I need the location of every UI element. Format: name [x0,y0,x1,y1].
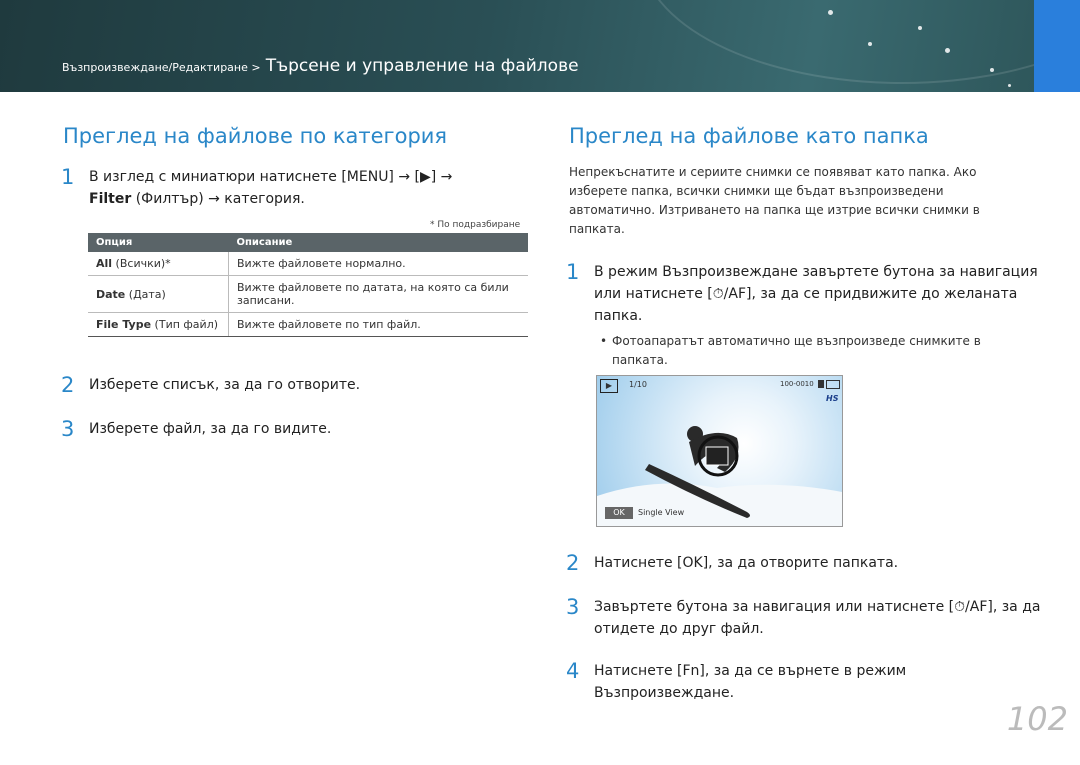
option-cell: Date (Дата) [88,275,229,313]
option-translation: (Всички)* [112,257,171,270]
page-number: 102 [1006,700,1068,738]
table-row: Date (Дата) Вижте файловете по датата, н… [88,275,528,313]
decorative-sparkle [868,42,872,46]
decorative-arc [640,0,1080,84]
breadcrumb: Възпроизвеждане/Редактиране > Търсене и … [62,56,579,76]
table-header-description: Описание [228,233,528,252]
decorative-sparkle [945,48,950,53]
filter-rest: (Филтър) → категория. [131,191,305,207]
decorative-sparkle [828,10,833,15]
right-step-1-text: В режим Възпроизвеждане завъртете бутона… [594,264,1038,324]
left-step-1-line2: Filter (Филтър) → категория. [89,188,529,210]
right-step-1: 1 В режим Възпроизвеждане завъртете буто… [566,261,1044,327]
table-row: All (Всички)* Вижте файловете нормално. [88,252,528,276]
right-bullet: • Фотоапаратът автоматично ще възпроизве… [600,332,1000,370]
step-number: 1 [566,260,580,284]
table-header-option: Опция [88,233,229,252]
breadcrumb-section[interactable]: Възпроизвеждане/Редактиране > [62,61,261,74]
right-step-3-text: Завъртете бутона за навигация или натисн… [594,599,1041,637]
left-step-1-line1: В изглед с миниатюри натиснете [MENU] → … [89,169,453,185]
folder-icon [705,446,729,466]
step-number: 2 [61,373,75,397]
bullet-dot: • [600,334,608,348]
chapter-tab[interactable] [1034,0,1080,92]
option-translation: (Тип файл) [151,318,219,331]
decorative-sparkle [918,26,922,30]
step-number: 3 [566,595,580,619]
right-intro: Непрекъснатите и сериите снимки се появя… [569,165,980,236]
table-header-row: Опция Описание [88,233,528,252]
right-step-4: 4 Натиснете [Fn], за да се върнете в реж… [566,660,934,704]
option-name: All [96,257,113,270]
header-banner: Възпроизвеждане/Редактиране > Търсене и … [0,0,1080,92]
table-row: File Type (Тип файл) Вижте файловете по … [88,312,528,337]
filter-label: Filter [89,191,132,207]
step-number: 4 [566,659,580,683]
right-step-4-text: Натиснете [Fn], за да се върнете в режим… [594,663,907,701]
left-step-3-text: Изберете файл, за да го видите. [89,421,332,437]
step-number: 3 [61,417,75,441]
description-cell: Вижте файловете по датата, на която са б… [228,275,528,313]
single-view-label: Single View [638,508,685,517]
left-section-title: Преглед на файлове по категория [63,124,448,148]
snowboarder-image [597,426,842,526]
right-step-3: 3 Завъртете бутона за навигация или нати… [566,596,1044,640]
option-name: Date [96,287,126,301]
right-step-2-text: Натиснете [OK], за да отворите папката. [594,555,899,571]
option-name: File Type [96,318,152,331]
decorative-sparkle [1008,84,1011,87]
camera-screen-illustration: ▶ 1/10 100-0010 HS OK Single View [596,375,843,527]
left-step-2-text: Изберете списък, за да го отворите. [89,377,361,393]
decorative-sparkle [990,68,994,72]
options-table: Опция Описание All (Всички)* Вижте файло… [88,233,528,337]
right-step-2: 2 Натиснете [OK], за да отворите папката… [566,552,1044,574]
right-bullet-text: Фотоапаратът автоматично ще възпроизведе… [612,334,981,367]
left-step-1: 1 В изглед с миниатюри натиснете [MENU] … [61,166,529,210]
right-section-title: Преглед на файлове като папка [569,124,929,148]
breadcrumb-page: Търсене и управление на файлове [265,56,579,76]
step-number: 2 [566,551,580,575]
option-cell: All (Всички)* [88,252,229,276]
description-cell: Вижте файловете нормално. [228,252,528,276]
step-number: 1 [61,165,75,189]
left-step-3: 3 Изберете файл, за да го видите. [61,418,529,440]
left-step-2: 2 Изберете списък, за да го отворите. [61,374,529,396]
option-translation: (Дата) [125,287,166,301]
default-note: * По подразбиране [430,220,521,230]
ok-button-icon: OK [605,507,633,519]
option-cell: File Type (Тип файл) [88,312,229,337]
description-cell: Вижте файловете по тип файл. [228,312,528,337]
